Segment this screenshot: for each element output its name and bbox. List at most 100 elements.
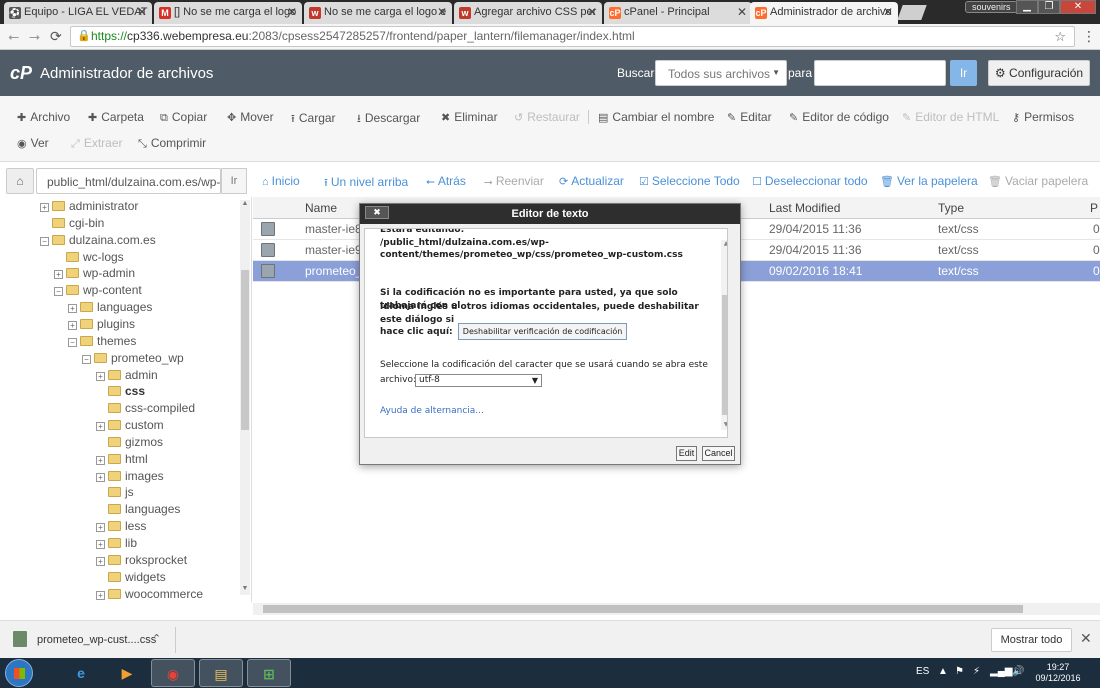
extraer-button[interactable]: ⤢ Extraer [71, 136, 123, 151]
tree-scrollbar[interactable]: ▲ ▼ [240, 200, 250, 595]
mover-button[interactable]: ✥ Mover [227, 110, 274, 124]
eliminar-button[interactable]: ✖ Eliminar [441, 110, 498, 124]
column-header-modified[interactable]: Last Modified [761, 197, 930, 219]
expand-icon[interactable]: + [40, 203, 49, 212]
expand-icon[interactable]: + [96, 590, 105, 600]
url-input[interactable]: 🔒 https://cp336.webempresa.eu:2083/cpses… [70, 26, 1075, 47]
tree-folder-woocommerce[interactable]: + woocommerce [96, 586, 203, 602]
archivo-button[interactable]: ✚ Archivo [17, 110, 70, 124]
dialog-scroll-thumb[interactable] [722, 295, 727, 415]
new-tab-button[interactable] [897, 5, 927, 20]
tree-folder-gizmos[interactable]: gizmos [96, 434, 163, 450]
tree-folder-css[interactable]: css [96, 383, 145, 399]
minimize-button[interactable]: ▁ [1016, 0, 1038, 14]
volume-icon[interactable]: 🔊 [1012, 666, 1024, 677]
path-input[interactable]: public_html/dulzaina.com.es/wp- [36, 168, 221, 194]
close-icon[interactable]: ✕ [1080, 630, 1092, 647]
download-item-name[interactable]: prometeo_wp-cust....css [37, 634, 156, 646]
tree-folder-images[interactable]: + images [96, 468, 164, 484]
show-all-downloads-button[interactable]: Mostrar todo [991, 628, 1072, 652]
expand-icon[interactable]: + [96, 455, 105, 465]
table-scroll-thumb[interactable] [263, 605, 1023, 613]
browser-profile-button[interactable]: souvenirs [965, 1, 1018, 13]
search-scope-select[interactable]: Todos sus archivos ▼ [655, 60, 787, 86]
close-tab-icon[interactable]: ✕ [437, 5, 447, 19]
ver-button[interactable]: ◉ Ver [17, 136, 49, 150]
home-directory-button[interactable]: ⌂ [6, 168, 34, 194]
expand-icon[interactable]: + [96, 472, 105, 482]
file-explorer-icon[interactable]: ▤ [199, 659, 243, 687]
browser-tab[interactable]: w No se me carga el logo e ✕ [304, 2, 452, 24]
expand-icon[interactable]: + [68, 304, 77, 314]
scroll-up-icon[interactable]: ▲ [240, 200, 250, 207]
expand-icon[interactable]: + [96, 556, 105, 566]
internet-explorer-icon[interactable]: e [59, 659, 103, 687]
media-player-icon[interactable]: ▶ [105, 659, 149, 687]
column-header-type[interactable]: Type [930, 197, 1086, 219]
close-tab-icon[interactable]: ✕ [137, 5, 147, 19]
reload-icon[interactable]: ⟳ [50, 28, 62, 45]
close-tab-icon[interactable]: ✕ [737, 5, 747, 19]
copiar-button[interactable]: ⧉ Copiar [160, 110, 207, 125]
editor-de-codigo-button[interactable]: ✎ Editor de código [789, 110, 889, 124]
restaurar-button[interactable]: ↺ Restaurar [514, 110, 580, 124]
reenviar-button[interactable]: ⭢ Reenviar [484, 174, 544, 189]
collapse-icon[interactable]: − [68, 337, 77, 347]
close-icon[interactable]: ✖ [365, 206, 389, 219]
forward-icon[interactable]: ⭢ [29, 28, 40, 45]
tree-folder-languages[interactable]: languages [96, 501, 180, 517]
browser-tab[interactable]: cP cPanel - Principal ✕ [604, 2, 752, 24]
tree-folder-administrator[interactable]: + administrator [40, 198, 138, 214]
tree-folder-themes[interactable]: − themes [68, 333, 136, 349]
close-tab-icon[interactable]: ✕ [883, 5, 893, 19]
tree-folder-prometeo-wp[interactable]: − prometeo_wp [82, 350, 184, 366]
tree-folder-lib[interactable]: + lib [96, 535, 137, 551]
tree-folder-plugins[interactable]: + plugins [68, 316, 135, 332]
tree-folder-wp-content[interactable]: − wp-content [54, 282, 142, 298]
tree-folder-wc-logs[interactable]: wc-logs [54, 249, 124, 265]
tree-folder-dulzaina-com-es[interactable]: − dulzaina.com.es [40, 232, 156, 248]
actualizar-button[interactable]: ⟳ Actualizar [559, 174, 624, 188]
browser-menu-icon[interactable]: ⋮ [1082, 28, 1096, 45]
scroll-down-icon[interactable]: ▼ [721, 421, 727, 428]
close-tab-icon[interactable]: ✕ [587, 5, 597, 19]
permisos-button[interactable]: ⚷ Permisos [1012, 110, 1074, 124]
tree-folder-custom[interactable]: + custom [96, 417, 164, 433]
network-signal-icon[interactable]: ▂▄▆ [990, 666, 1012, 677]
search-input[interactable] [814, 60, 946, 86]
expand-icon[interactable]: + [54, 270, 63, 280]
bookmark-star-icon[interactable]: ☆ [1054, 27, 1066, 46]
editor-de-html-button[interactable]: ✎ Editor de HTML [902, 110, 999, 124]
tree-folder-less[interactable]: + less [96, 518, 146, 534]
search-go-button[interactable]: Ir [950, 60, 977, 86]
close-window-button[interactable]: ✕ [1060, 0, 1096, 14]
browser-tab[interactable]: cP Administrador de archivo ✕ [750, 2, 898, 24]
close-tab-icon[interactable]: ✕ [287, 5, 297, 19]
atras-button[interactable]: ⭠ Atrás [426, 174, 466, 189]
settings-button[interactable]: ⚙ Configuración [988, 60, 1090, 86]
cpanel-logo[interactable]: cP [10, 63, 32, 84]
language-indicator[interactable]: ES [916, 666, 929, 677]
expand-icon[interactable]: + [96, 523, 105, 533]
expand-icon[interactable]: + [96, 540, 105, 549]
back-icon[interactable]: ⭠ [8, 28, 19, 45]
scroll-down-icon[interactable]: ▼ [240, 585, 250, 592]
descargar-button[interactable]: ⭳ Descargar [357, 110, 420, 129]
chevron-up-icon[interactable]: ⌃ [152, 632, 161, 645]
power-icon[interactable]: ⚡ [973, 666, 980, 677]
expand-icon[interactable]: + [96, 371, 105, 381]
dialog-scrollbar[interactable]: ▲ ▼ [721, 240, 727, 430]
cargar-button[interactable]: ⭱ Cargar [291, 110, 336, 129]
tree-folder-html[interactable]: + html [96, 451, 148, 467]
column-header-permissions[interactable]: P [1086, 197, 1100, 219]
un-nivel-arriba-button[interactable]: ⭱ Un nivel arriba [324, 174, 408, 193]
comprimir-button[interactable]: ⤡ Comprimir [138, 136, 206, 151]
editar-button[interactable]: ✎ Editar [727, 110, 772, 124]
vaciar-papelera-button[interactable]: 🗑 Vaciar papelera [988, 174, 1088, 188]
scroll-up-icon[interactable]: ▲ [721, 240, 727, 247]
carpeta-button[interactable]: ✚ Carpeta [88, 110, 144, 124]
collapse-icon[interactable]: − [54, 287, 63, 297]
disable-encoding-check-button[interactable]: Deshabilitar verificación de codificació… [457, 323, 628, 340]
table-horizontal-scrollbar[interactable] [253, 603, 1100, 615]
browser-tab[interactable]: M[] No se me carga el logo ✕ [154, 2, 302, 24]
